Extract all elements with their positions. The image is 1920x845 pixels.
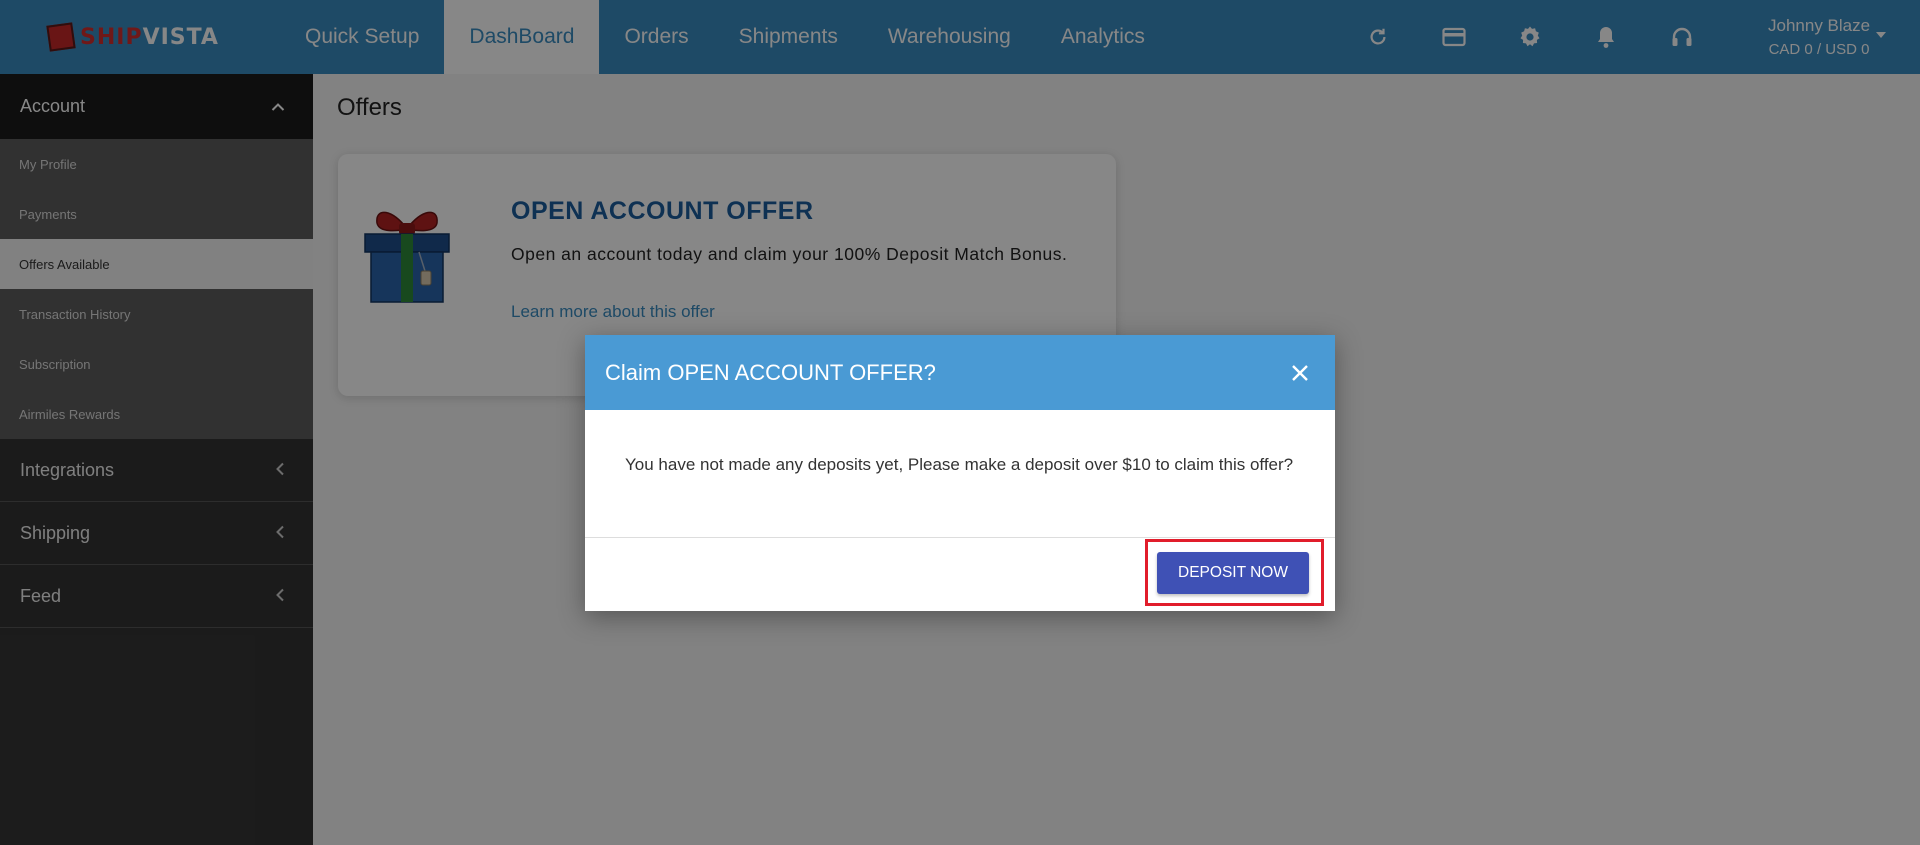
- modal-title: Claim OPEN ACCOUNT OFFER?: [605, 359, 936, 385]
- modal-header: Claim OPEN ACCOUNT OFFER?: [585, 335, 1335, 410]
- modal-body: You have not made any deposits yet, Plea…: [585, 410, 1335, 538]
- close-icon[interactable]: [1291, 359, 1309, 387]
- modal-footer: DEPOSIT NOW: [585, 538, 1335, 611]
- claim-offer-modal: Claim OPEN ACCOUNT OFFER? You have not m…: [585, 335, 1335, 611]
- deposit-now-button[interactable]: DEPOSIT NOW: [1157, 552, 1309, 594]
